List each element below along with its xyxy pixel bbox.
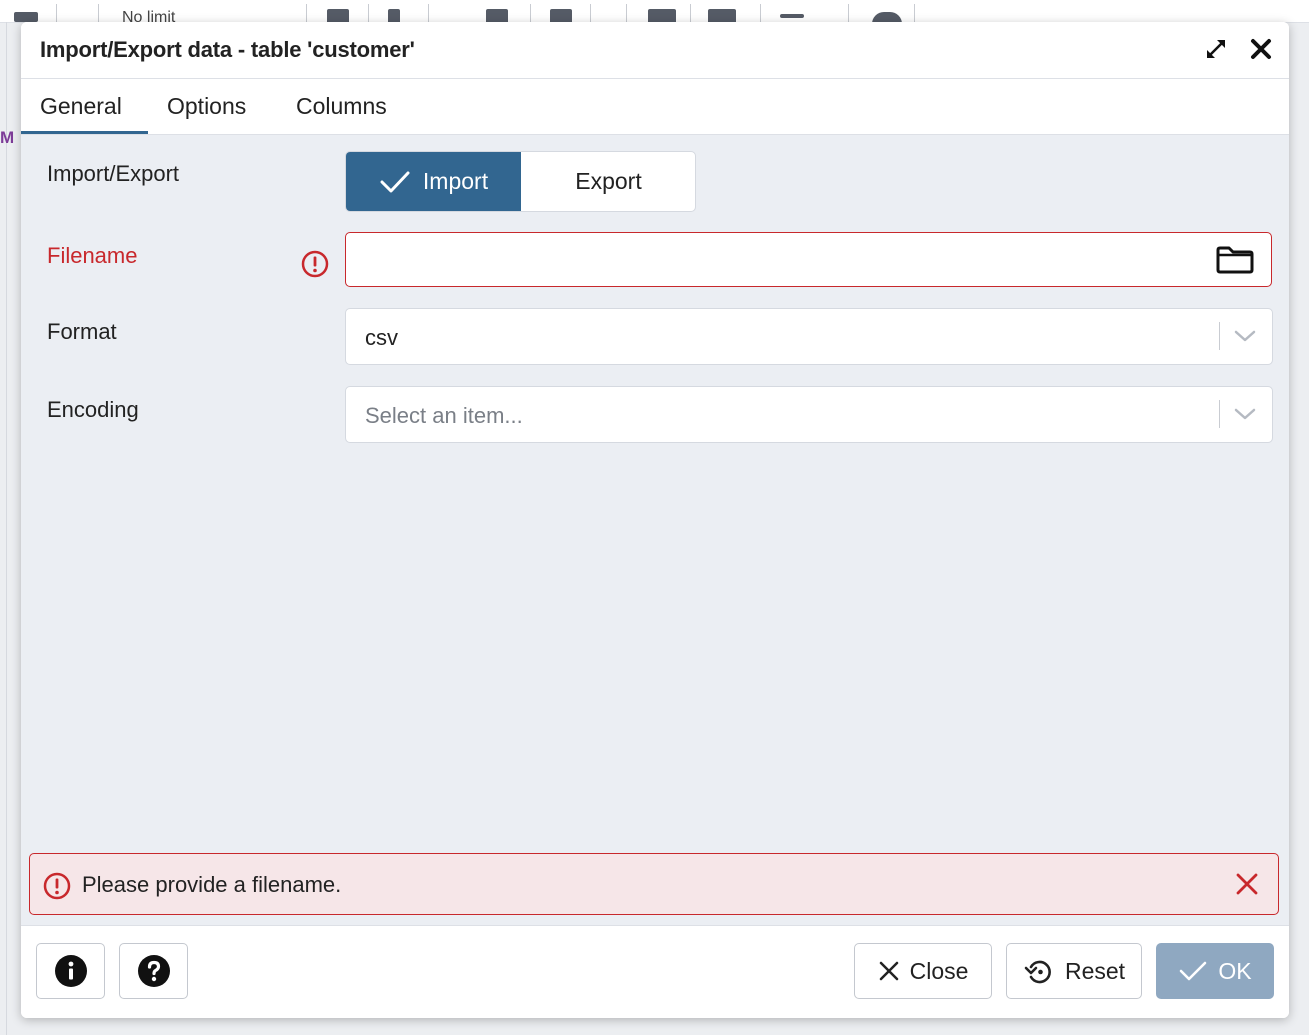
error-icon xyxy=(300,249,330,284)
import-export-label: Import/Export xyxy=(47,161,180,186)
active-tab-indicator xyxy=(21,131,148,134)
filename-label: Filename xyxy=(47,243,138,268)
tab-general[interactable]: General xyxy=(40,93,122,120)
error-alert: Please provide a filename. xyxy=(29,853,1279,915)
encoding-placeholder: Select an item... xyxy=(365,403,523,428)
import-export-dialog: Import/Export data - table 'customer' Ge… xyxy=(21,22,1289,1018)
database-icon[interactable] xyxy=(648,9,676,22)
close-icon[interactable] xyxy=(1248,36,1274,67)
reset-button-label: Reset xyxy=(1064,957,1126,984)
close-button-label: Close xyxy=(909,957,969,984)
encoding-select[interactable]: Select an item... xyxy=(345,386,1273,443)
ok-button[interactable]: OK xyxy=(1156,943,1274,999)
toolbar-divider xyxy=(760,4,761,22)
upload-icon[interactable] xyxy=(550,9,572,22)
toolbar-divider xyxy=(98,4,99,22)
reset-icon xyxy=(1024,960,1051,984)
select-divider xyxy=(1219,400,1220,428)
limit-dropdown[interactable]: No limit xyxy=(122,9,175,22)
play-icon[interactable] xyxy=(388,9,400,22)
expand-icon[interactable] xyxy=(1203,36,1229,67)
download-icon[interactable] xyxy=(486,9,508,22)
tab-options[interactable]: Options xyxy=(167,93,246,120)
chevron-down-icon[interactable] xyxy=(1233,328,1257,349)
toolbar-divider xyxy=(590,4,591,22)
checkmark-icon xyxy=(1180,961,1207,981)
list-icon[interactable] xyxy=(780,14,804,18)
toolbar-divider xyxy=(690,4,691,22)
toolbar-divider xyxy=(848,4,849,22)
toolbar-divider xyxy=(626,4,627,22)
toolbar-divider xyxy=(428,4,429,22)
folder-icon[interactable] xyxy=(1216,246,1254,279)
help-button[interactable] xyxy=(119,943,188,999)
format-value: csv xyxy=(365,325,398,350)
chevron-down-icon[interactable] xyxy=(1233,406,1257,427)
error-icon xyxy=(42,871,72,906)
encoding-label: Encoding xyxy=(47,397,139,422)
x-icon xyxy=(879,961,898,981)
error-message: Please provide a filename. xyxy=(82,872,342,897)
close-button[interactable]: Close xyxy=(854,943,992,999)
ok-button-label: OK xyxy=(1218,957,1252,984)
general-tab-panel: Import/Export Import Export Filename For… xyxy=(21,135,1289,925)
checkmark-icon xyxy=(380,171,410,192)
toolbar-divider xyxy=(530,4,531,22)
reset-button[interactable]: Reset xyxy=(1006,943,1142,999)
export-option-label: Export xyxy=(575,168,642,194)
toolbar-divider xyxy=(368,4,369,22)
filename-input[interactable] xyxy=(346,233,1206,286)
background-text-fragment: M xyxy=(0,128,15,147)
toolbar-divider xyxy=(914,4,915,22)
import-option-label: Import xyxy=(422,168,489,194)
dialog-header[interactable]: Import/Export data - table 'customer' xyxy=(21,22,1289,79)
format-label: Format xyxy=(47,319,117,344)
dialog-footer: Close Reset OK xyxy=(21,925,1289,1018)
format-select[interactable]: csv xyxy=(345,308,1273,365)
stop-icon[interactable] xyxy=(327,9,349,22)
filter-icon[interactable] xyxy=(14,12,38,22)
help-icon xyxy=(137,955,170,987)
tab-columns[interactable]: Columns xyxy=(296,93,387,120)
info-button[interactable] xyxy=(36,943,105,999)
tab-bar: General Options Columns xyxy=(21,79,1289,135)
close-icon[interactable] xyxy=(1235,872,1259,901)
filename-field xyxy=(345,232,1272,287)
info-icon xyxy=(54,955,87,987)
background-panel-edge xyxy=(6,22,7,1035)
dialog-title: Import/Export data - table 'customer' xyxy=(40,37,415,62)
import-option-button[interactable]: Import xyxy=(346,152,521,211)
select-divider xyxy=(1219,322,1220,350)
toolbar-divider xyxy=(306,4,307,22)
toolbar-divider xyxy=(56,4,57,22)
import-export-toggle: Import Export xyxy=(345,151,696,212)
database-icon[interactable] xyxy=(708,9,736,22)
background-toolbar: No limit xyxy=(0,0,1309,23)
export-option-button[interactable]: Export xyxy=(522,152,695,211)
